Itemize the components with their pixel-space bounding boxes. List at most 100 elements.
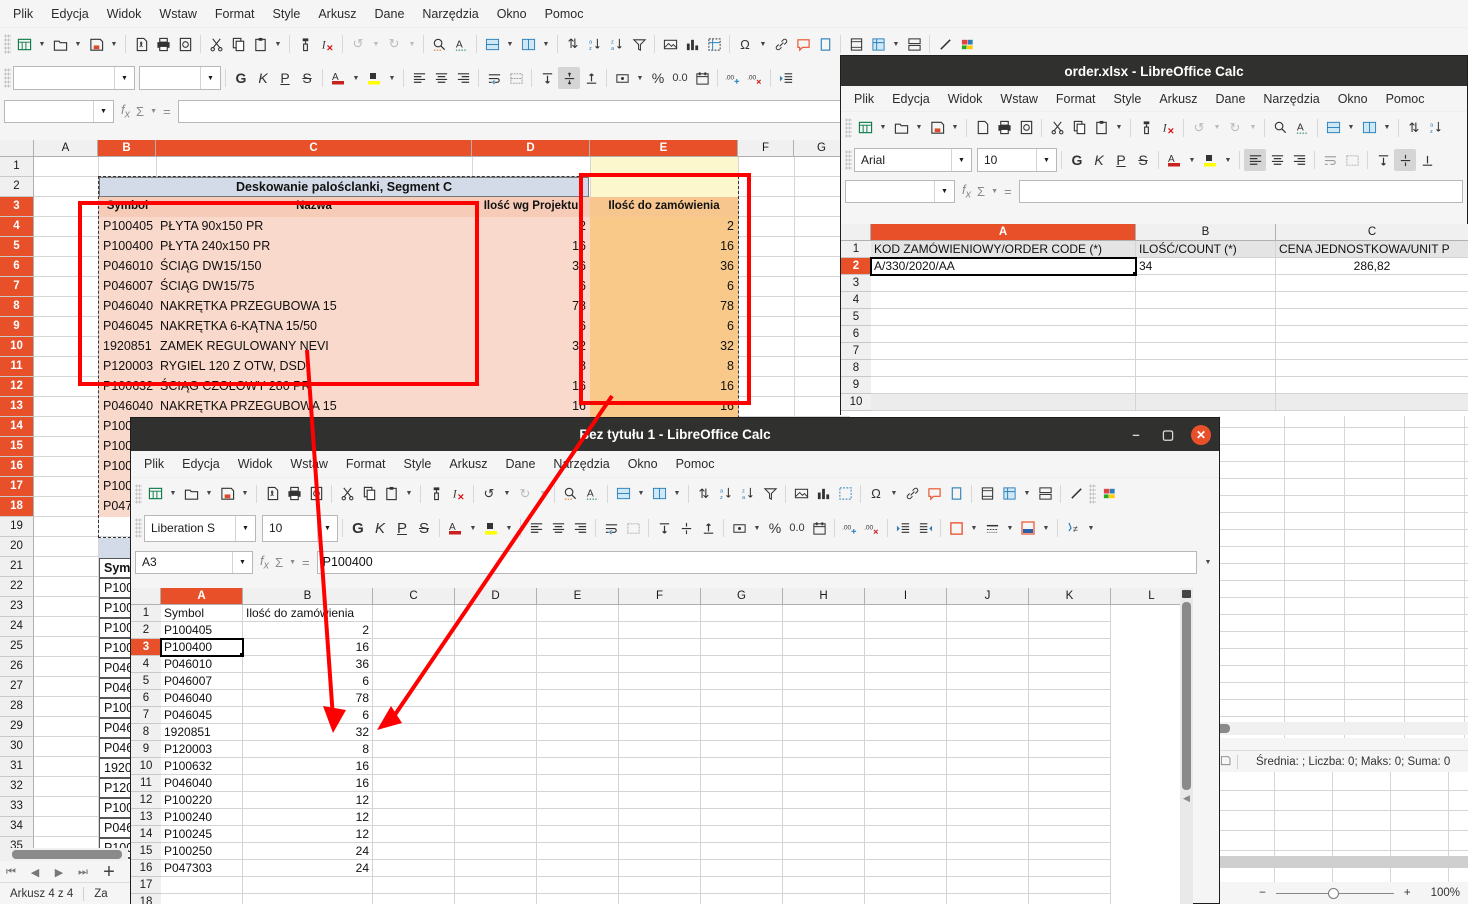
background-row-header-27[interactable]: 27 (0, 677, 34, 697)
untitled-cell-r8-c7[interactable] (701, 724, 783, 741)
untitled-cell-r17-c8[interactable] (783, 877, 865, 894)
untitled-cell-r9-c3[interactable] (373, 741, 455, 758)
untitled-table-row[interactable]: 8192085132 (131, 724, 1193, 741)
hidden-bottom-bar[interactable]: 4 − + 100% (1204, 882, 1468, 904)
open-dropdown[interactable]: ▼ (912, 117, 926, 139)
column-header-F[interactable]: F (738, 140, 794, 157)
zoom-in-button[interactable]: + (1394, 887, 1421, 899)
vscroll-up-arrow[interactable] (1182, 590, 1191, 598)
toolbar-grip[interactable] (845, 150, 852, 170)
background-row-header-34[interactable]: 34 (0, 817, 34, 837)
table-header-ilosc-zamowienia[interactable]: Ilość do zamówienia (590, 197, 738, 217)
untitled-column-header-E[interactable]: E (537, 588, 619, 605)
cell-ilosc-zamowienia-row-6[interactable]: 36 (590, 257, 738, 277)
cell-symbol-row-9[interactable]: P046045 (99, 317, 156, 337)
order-cell-r4-c3[interactable] (1276, 292, 1468, 309)
untitled-cell-r3-c4[interactable] (455, 639, 537, 656)
cell-ilosc-zamowienia-row-9[interactable]: 6 (590, 317, 738, 337)
untitled-cell-r18-c8[interactable] (783, 894, 865, 904)
untitled-table-row[interactable]: 10P10063216 (131, 758, 1193, 775)
insert-chart-icon[interactable] (812, 483, 834, 505)
cell-ilosc-projekt-row-5[interactable]: 16 (472, 237, 590, 257)
untitled-cell-r7-c8[interactable] (783, 707, 865, 724)
untitled-cell-r15-c11[interactable] (1029, 843, 1111, 860)
untitled-cell-r4-c4[interactable] (455, 656, 537, 673)
untitled-cell-r18-c11[interactable] (1029, 894, 1111, 904)
background-row-header-14[interactable]: 14 (0, 417, 34, 437)
untitled-cell-r1-c6[interactable] (619, 605, 701, 622)
order-formula-tools[interactable]: fx Σ ▼ = (955, 182, 1019, 201)
paste-icon[interactable] (249, 33, 271, 55)
untitled-cell-r12-c4[interactable] (455, 792, 537, 809)
cell-nazwa-row-12[interactable]: ŚCIĄG CZOŁOWY 280 PR (156, 377, 472, 397)
untitled-cell-r3-c2[interactable]: 16 (243, 639, 373, 656)
untitled-cell-r1-c2[interactable]: Ilość do zamówienia (243, 605, 373, 622)
underline-icon[interactable]: P (391, 517, 413, 539)
cut-scissors-icon[interactable] (336, 483, 358, 505)
increase-indent-icon[interactable] (775, 67, 797, 89)
delete-decimal-icon[interactable]: .00 (744, 67, 766, 89)
untitled-cell-r18-c4[interactable] (455, 894, 537, 904)
untitled-table-row[interactable]: 3P10040016 (131, 639, 1193, 656)
order-menubar[interactable]: Plik Edycja Widok Wstaw Format Style Ark… (841, 86, 1467, 112)
untitled-table-row[interactable]: 12P10022012 (131, 792, 1193, 809)
increase-indent-icon[interactable] (892, 517, 914, 539)
untitled-row-header-17[interactable]: 17 (131, 877, 161, 894)
clone-formatting-icon[interactable] (294, 33, 316, 55)
find-replace-icon[interactable] (1269, 117, 1291, 139)
order-row-header-1[interactable]: 1 (841, 241, 871, 258)
order-row-header-7[interactable]: 7 (841, 343, 871, 360)
pivot-table-icon[interactable] (703, 33, 725, 55)
background-hscrollbar[interactable] (0, 848, 128, 861)
untitled-cell-r8-c1[interactable]: 1920851 (161, 724, 243, 741)
menu-pomoc[interactable]: Pomoc (536, 4, 593, 24)
clear-formatting-icon[interactable]: I (1157, 117, 1179, 139)
autofilter-icon[interactable] (628, 33, 650, 55)
order-cell-r5-c2[interactable] (1136, 309, 1276, 326)
cell-nazwa-row-5[interactable]: PŁYTA 240x150 PR (156, 237, 472, 257)
align-bottom-icon[interactable] (697, 517, 719, 539)
redo-dropdown[interactable]: ▼ (1246, 117, 1260, 139)
chevron-down-icon[interactable]: ▼ (951, 149, 971, 171)
spelling-icon[interactable]: A (450, 33, 472, 55)
open-folder-icon[interactable] (49, 33, 71, 55)
untitled-table-row[interactable]: 17 (131, 877, 1193, 894)
order-row-header-6[interactable]: 6 (841, 326, 871, 343)
untitled-table-row[interactable]: 4P04601036 (131, 656, 1193, 673)
menu-widok[interactable]: Widok (98, 4, 151, 24)
cell-symbol-row-5[interactable]: P100400 (99, 237, 156, 257)
untitled-cell-r5-c1[interactable]: P046007 (161, 673, 243, 690)
align-right-icon[interactable] (1288, 149, 1310, 171)
untitled-cell-r3-c9[interactable] (865, 639, 947, 656)
toolbar-grip[interactable] (135, 484, 142, 504)
spelling-icon[interactable]: A (581, 483, 603, 505)
untitled-cell-r9-c6[interactable] (619, 741, 701, 758)
order-formatting-toolbar[interactable]: Arial ▼ 10 ▼ G K P S A ▼ ▼ (841, 143, 1467, 177)
align-right-icon[interactable] (452, 67, 474, 89)
untitled-cell-r10-c6[interactable] (619, 758, 701, 775)
untitled-cell-r16-c5[interactable] (537, 860, 619, 877)
order-menu-plik[interactable]: Plik (845, 89, 883, 109)
align-top-icon[interactable] (653, 517, 675, 539)
hyperlink-icon[interactable] (770, 33, 792, 55)
freeze-rows-icon[interactable] (867, 33, 889, 55)
new-document-icon[interactable] (13, 33, 35, 55)
order-menu-edycja[interactable]: Edycja (883, 89, 939, 109)
toolbar-grip[interactable] (135, 518, 142, 538)
order-cell-r6-c2[interactable] (1136, 326, 1276, 343)
untitled-cell-r9-c2[interactable]: 8 (243, 741, 373, 758)
untitled-cell-r18-c2[interactable] (243, 894, 373, 904)
order-cell-r9-c1[interactable] (871, 377, 1136, 394)
find-replace-icon[interactable] (428, 33, 450, 55)
cell-nazwa-row-9[interactable]: NAKRĘTKA 6-KĄTNA 15/50 (156, 317, 472, 337)
untitled-cell-r8-c2[interactable]: 32 (243, 724, 373, 741)
background-row-header-4[interactable]: 4 (0, 217, 34, 237)
cell-nazwa-row-6[interactable]: ŚCIĄG DW15/150 (156, 257, 472, 277)
insert-row-icon[interactable] (481, 33, 503, 55)
untitled-column-header-K[interactable]: K (1029, 588, 1111, 605)
formula-equals-icon[interactable]: = (1004, 184, 1012, 199)
order-menu-pomoc[interactable]: Pomoc (1377, 89, 1434, 109)
align-center-icon[interactable] (547, 517, 569, 539)
font-name-combo[interactable]: ▼ (13, 66, 135, 90)
untitled-cell-r15-c2[interactable]: 24 (243, 843, 373, 860)
